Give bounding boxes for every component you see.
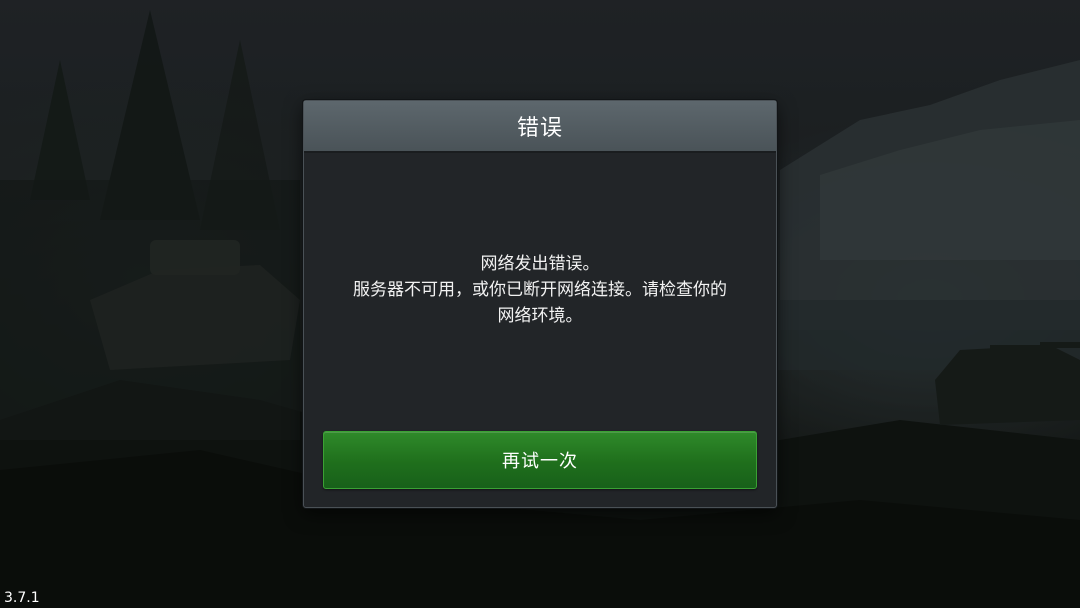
error-message-line: 服务器不可用，或你已断开网络连接。请检查你的 — [353, 280, 727, 300]
dialog-header: 错误 — [304, 101, 776, 153]
error-message-line: 网络发出错误。 — [480, 254, 600, 274]
error-message-line: 网络环境。 — [497, 306, 583, 326]
retry-button-label: 再试一次 — [502, 451, 578, 472]
version-label: 3.7.1 — [4, 590, 40, 606]
error-dialog: 错误 网络发出错误。 服务器不可用，或你已断开网络连接。请检查你的 网络环境。 … — [303, 100, 777, 508]
retry-button[interactable]: 再试一次 — [323, 431, 757, 489]
error-message: 网络发出错误。 服务器不可用，或你已断开网络连接。请检查你的 网络环境。 — [314, 251, 766, 329]
dialog-title: 错误 — [516, 116, 563, 141]
